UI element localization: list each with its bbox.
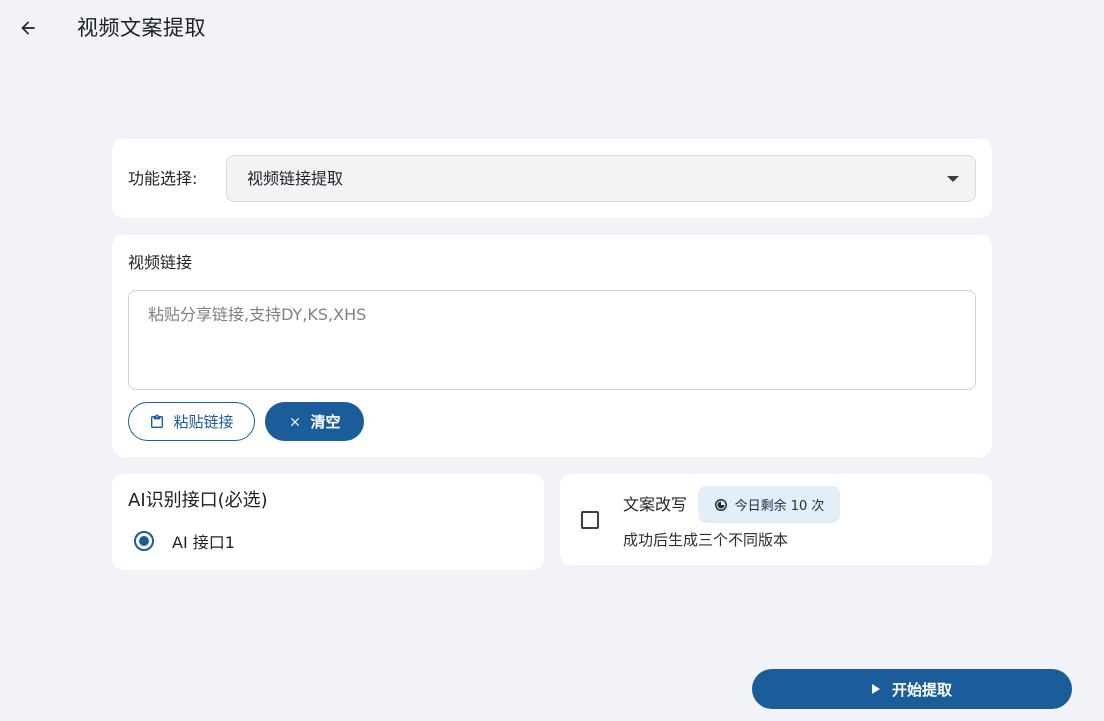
video-link-input[interactable]: [128, 290, 976, 390]
caret-down-icon: [947, 176, 959, 182]
quota-text: 今日剩余 10 次: [734, 499, 825, 514]
function-select-value: 视频链接提取: [247, 169, 344, 188]
play-icon: [871, 684, 880, 694]
radio-selected-icon: [134, 531, 154, 551]
function-select-label: 功能选择:: [128, 169, 198, 188]
ai-interface-option-label: AI 接口1: [172, 533, 235, 552]
clipboard-icon: [149, 414, 165, 430]
ai-interface-card: AI识别接口(必选) AI 接口1: [112, 474, 544, 570]
start-extract-button[interactable]: 开始提取: [752, 669, 1072, 709]
ai-interface-option-1[interactable]: AI 接口1: [134, 529, 235, 553]
paste-link-label: 粘贴链接: [173, 413, 234, 431]
page-title: 视频文案提取: [77, 16, 206, 40]
ai-interface-title: AI识别接口(必选): [128, 490, 268, 511]
app-root: 视频文案提取 功能选择: 视频链接提取 视频链接 粘贴链接 清空: [0, 0, 1104, 721]
top-bar: 视频文案提取: [0, 0, 1104, 56]
rewrite-checkbox[interactable]: [581, 511, 599, 529]
video-link-title: 视频链接: [128, 253, 193, 272]
rewrite-description: 成功后生成三个不同版本: [623, 531, 789, 549]
quota-badge: 今日剩余 10 次: [698, 486, 840, 523]
back-button[interactable]: [12, 12, 44, 44]
paste-link-button[interactable]: 粘贴链接: [128, 402, 255, 441]
clear-label: 清空: [310, 413, 341, 431]
video-link-card: 视频链接 粘贴链接 清空: [112, 235, 992, 457]
function-select-card: 功能选择: 视频链接提取: [112, 139, 992, 218]
start-extract-label: 开始提取: [891, 680, 952, 699]
function-select-dropdown[interactable]: 视频链接提取: [226, 155, 976, 202]
arrow-left-icon: [21, 21, 35, 35]
clear-button[interactable]: 清空: [265, 402, 364, 441]
close-icon: [288, 415, 302, 429]
rewrite-card: 文案改写 今日剩余 10 次 成功后生成三个不同版本: [560, 474, 992, 565]
rewrite-title: 文案改写: [623, 495, 688, 514]
quota-timer-icon: [714, 498, 728, 512]
